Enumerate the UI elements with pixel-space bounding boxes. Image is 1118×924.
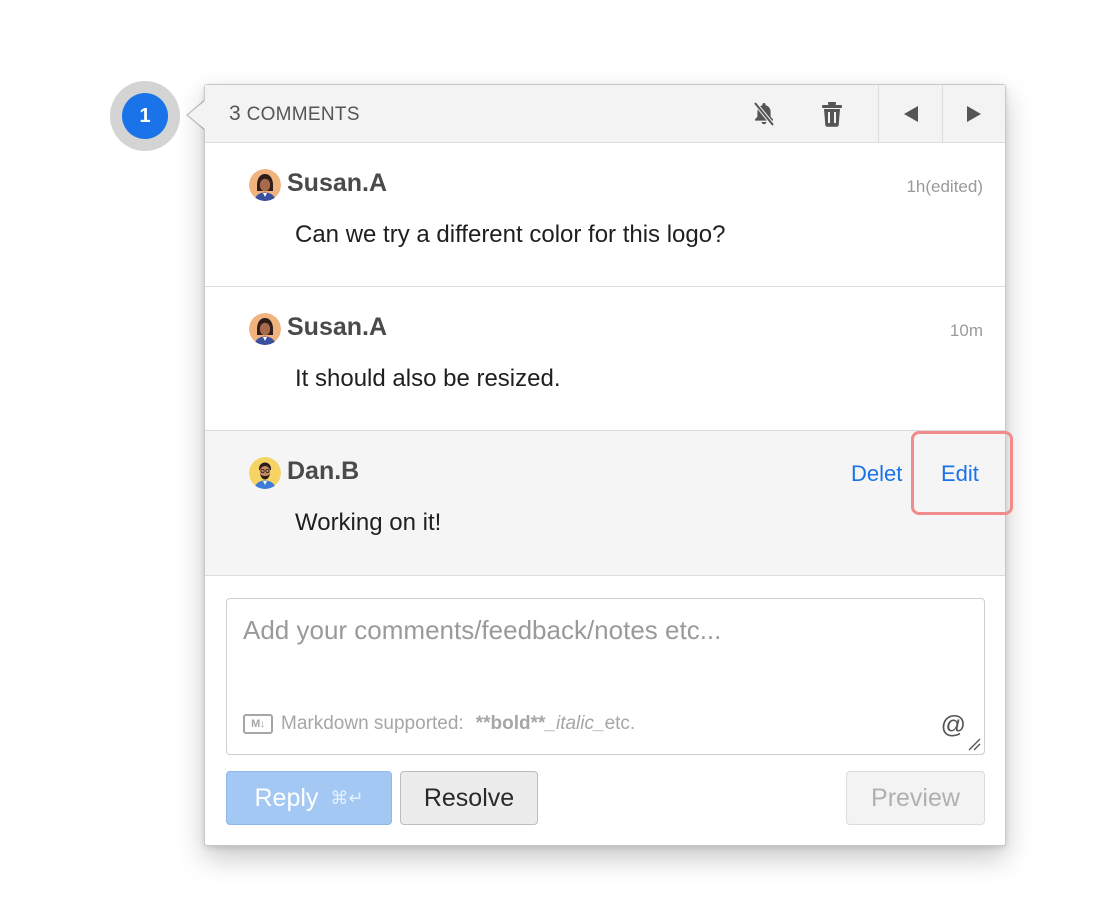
pin-number: 1 <box>122 93 168 139</box>
popup-pointer-fill <box>188 100 206 130</box>
comment-item: Susan.A 1h(edited) Can we try a differen… <box>205 143 1005 287</box>
woman-avatar <box>249 313 281 345</box>
bell-mute-icon <box>753 101 775 126</box>
comment-popup: 3 COMMENTS Susan.A 1h(edited) Can we try… <box>204 84 1013 846</box>
trash-icon <box>822 101 842 127</box>
comment-item: Dan.B Working on it! Delet Edit <box>205 431 1013 576</box>
comment-input-placeholder: Add your comments/feedback/notes etc... <box>243 615 722 645</box>
comment-count-label: COMMENTS <box>246 103 360 125</box>
comment-text: Can we try a different color for this lo… <box>295 221 726 248</box>
comment-text: Working on it! <box>295 509 442 536</box>
comment-count-title: 3 COMMENTS <box>229 102 360 126</box>
markdown-italic-example: _italic_ <box>545 713 605 734</box>
comment-author: Susan.A <box>287 169 388 197</box>
markdown-hint: M↓ Markdown supported: **bold** _italic_… <box>243 713 635 735</box>
resolve-button[interactable]: Resolve <box>400 771 538 825</box>
comment-input[interactable]: Add your comments/feedback/notes etc... … <box>226 598 985 755</box>
prev-arrow-icon <box>903 105 918 122</box>
delete-comment-link[interactable]: Delet <box>851 461 909 487</box>
next-comment-button[interactable] <box>943 85 1005 142</box>
markdown-bold-example: **bold** <box>475 713 546 734</box>
woman-avatar <box>249 169 281 201</box>
comment-pin[interactable]: 1 <box>110 81 180 151</box>
preview-button[interactable]: Preview <box>846 771 985 825</box>
markdown-etc: etc. <box>604 713 636 734</box>
comment-timestamp: 1h(edited) <box>906 177 983 196</box>
markdown-label: Markdown supported: <box>281 713 464 734</box>
comment-author: Susan.A <box>287 313 388 341</box>
man-avatar <box>249 457 281 489</box>
resize-grip-icon[interactable] <box>967 737 981 751</box>
delete-thread-button[interactable] <box>817 85 847 142</box>
comment-author: Dan.B <box>287 457 360 485</box>
reply-shortcut: ⌘↵ <box>330 787 364 808</box>
comment-item: Susan.A 10m It should also be resized. <box>205 287 1005 431</box>
edit-highlight-box <box>911 431 1013 515</box>
comment-text: It should also be resized. <box>295 365 561 392</box>
comment-timestamp: 10m <box>949 321 983 340</box>
next-arrow-icon <box>967 105 981 122</box>
popup-header: 3 COMMENTS <box>205 85 1005 143</box>
previous-comment-button[interactable] <box>879 85 942 142</box>
mute-notifications-button[interactable] <box>749 85 779 142</box>
mention-icon[interactable]: @ <box>941 711 966 740</box>
markdown-icon: M↓ <box>243 714 273 734</box>
reply-button[interactable]: Reply ⌘↵ <box>226 771 392 825</box>
reply-button-label: Reply <box>254 783 319 812</box>
comment-count: 3 <box>229 101 241 125</box>
